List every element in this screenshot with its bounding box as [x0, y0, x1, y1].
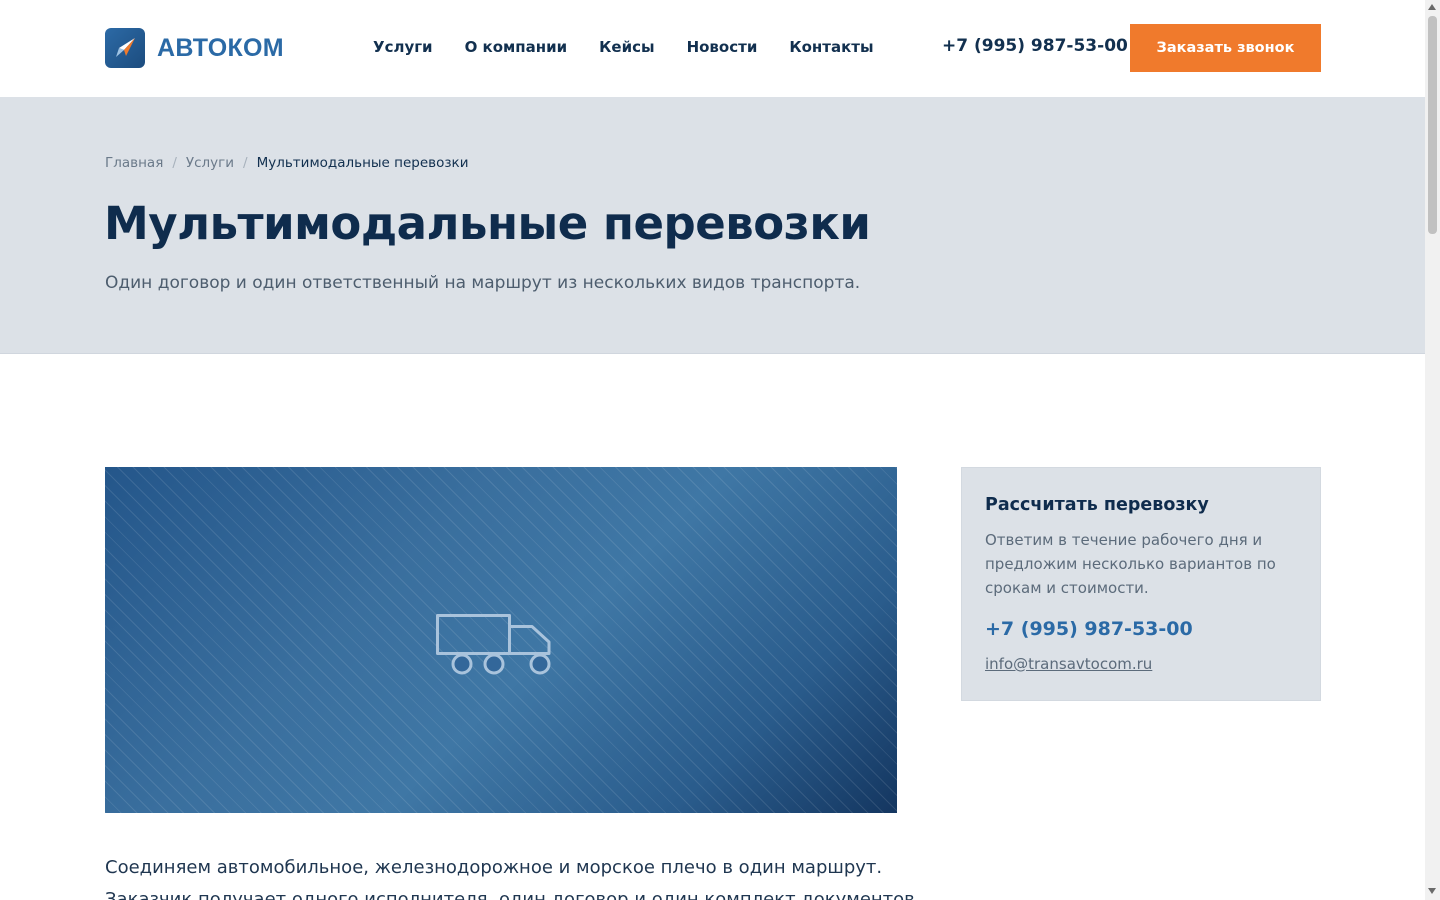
card-title: Рассчитать перевозку: [985, 495, 1209, 515]
scroll-up-icon[interactable]: [1428, 4, 1436, 10]
main-nav: Услуги О компании Кейсы Новости Контакты: [373, 38, 906, 56]
calculate-card: Рассчитать перевозку Ответим в течение р…: [961, 467, 1321, 701]
breadcrumb-separator: /: [243, 155, 248, 171]
breadcrumb-separator: /: [172, 155, 177, 171]
site-header: АВТОКОМ Услуги О компании Кейсы Новости …: [0, 0, 1425, 97]
request-call-button[interactable]: Заказать звонок: [1130, 24, 1321, 72]
logo-text: АВТОКОМ: [157, 33, 284, 62]
breadcrumb-services[interactable]: Услуги: [186, 155, 234, 171]
content-paragraph: Заказчик получает одного исполнителя, од…: [105, 889, 921, 900]
breadcrumb-current: Мультимодальные перевозки: [256, 155, 469, 171]
header-phone-link[interactable]: +7 (995) 987-53-00: [942, 36, 1128, 56]
nav-item-about[interactable]: О компании: [465, 38, 568, 56]
truck-icon: [436, 614, 551, 675]
page-hero: Главная / Услуги / Мультимодальные перев…: [0, 97, 1425, 354]
paper-plane-icon: [105, 28, 145, 68]
logo[interactable]: АВТОКОМ: [105, 28, 284, 68]
page-title: Мультимодальные перевозки: [104, 197, 871, 250]
card-email-link[interactable]: info@transavtocom.ru: [985, 655, 1152, 673]
nav-item-cases[interactable]: Кейсы: [599, 38, 654, 56]
breadcrumb-home[interactable]: Главная: [105, 155, 163, 171]
card-description: Ответим в течение рабочего дня и предлож…: [985, 531, 1276, 597]
page-scrollbar[interactable]: [1425, 0, 1440, 900]
nav-item-services[interactable]: Услуги: [373, 38, 433, 56]
content-paragraph: Соединяем автомобильное, железнодорожное…: [105, 857, 883, 878]
scrollbar-thumb[interactable]: [1428, 16, 1437, 234]
scroll-down-icon[interactable]: [1428, 888, 1436, 894]
card-phone-link[interactable]: +7 (995) 987-53-00: [985, 618, 1193, 640]
nav-item-news[interactable]: Новости: [687, 38, 758, 56]
page-lead: Один договор и один ответственный на мар…: [105, 273, 861, 293]
nav-item-contacts[interactable]: Контакты: [789, 38, 873, 56]
breadcrumb: Главная / Услуги / Мультимодальные перев…: [105, 155, 469, 171]
